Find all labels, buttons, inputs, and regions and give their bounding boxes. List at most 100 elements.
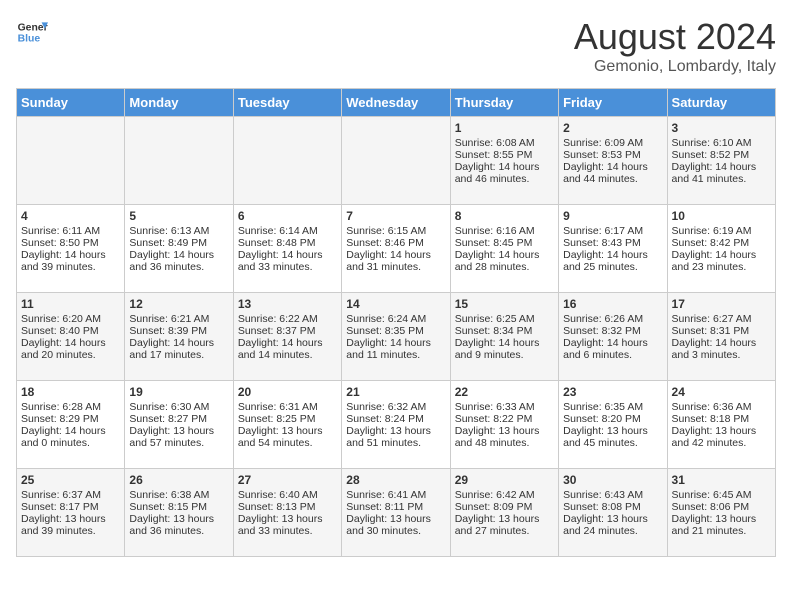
calendar-week-2: 4Sunrise: 6:11 AMSunset: 8:50 PMDaylight… (17, 205, 776, 293)
calendar-cell: 21Sunrise: 6:32 AMSunset: 8:24 PMDayligh… (342, 381, 450, 469)
day-content: Daylight: 13 hours and 21 minutes. (672, 513, 771, 537)
day-number: 8 (455, 209, 554, 223)
day-content: Daylight: 13 hours and 54 minutes. (238, 425, 337, 449)
day-content: Sunset: 8:13 PM (238, 501, 337, 513)
day-content: Sunset: 8:39 PM (129, 325, 228, 337)
day-content: Sunset: 8:55 PM (455, 149, 554, 161)
day-content: Daylight: 13 hours and 36 minutes. (129, 513, 228, 537)
day-number: 15 (455, 297, 554, 311)
day-content: Daylight: 14 hours and 23 minutes. (672, 249, 771, 273)
day-content: Sunrise: 6:27 AM (672, 313, 771, 325)
calendar-cell: 25Sunrise: 6:37 AMSunset: 8:17 PMDayligh… (17, 469, 125, 557)
day-content: Daylight: 14 hours and 17 minutes. (129, 337, 228, 361)
day-content: Sunset: 8:18 PM (672, 413, 771, 425)
day-content: Sunset: 8:49 PM (129, 237, 228, 249)
day-content: Sunrise: 6:42 AM (455, 489, 554, 501)
day-content: Sunrise: 6:41 AM (346, 489, 445, 501)
day-number: 29 (455, 473, 554, 487)
calendar-cell (17, 117, 125, 205)
day-content: Sunset: 8:31 PM (672, 325, 771, 337)
day-number: 17 (672, 297, 771, 311)
calendar-table: SundayMondayTuesdayWednesdayThursdayFrid… (16, 88, 776, 557)
day-number: 28 (346, 473, 445, 487)
day-content: Sunrise: 6:31 AM (238, 401, 337, 413)
calendar-cell (342, 117, 450, 205)
day-content: Daylight: 14 hours and 44 minutes. (563, 161, 662, 185)
day-content: Sunrise: 6:35 AM (563, 401, 662, 413)
day-content: Sunrise: 6:25 AM (455, 313, 554, 325)
calendar-cell: 10Sunrise: 6:19 AMSunset: 8:42 PMDayligh… (667, 205, 775, 293)
day-content: Daylight: 14 hours and 39 minutes. (21, 249, 120, 273)
day-number: 27 (238, 473, 337, 487)
day-content: Sunset: 8:40 PM (21, 325, 120, 337)
day-number: 14 (346, 297, 445, 311)
day-content: Sunset: 8:08 PM (563, 501, 662, 513)
day-number: 23 (563, 385, 662, 399)
calendar-week-1: 1Sunrise: 6:08 AMSunset: 8:55 PMDaylight… (17, 117, 776, 205)
day-content: Daylight: 13 hours and 30 minutes. (346, 513, 445, 537)
day-content: Daylight: 13 hours and 42 minutes. (672, 425, 771, 449)
calendar-cell: 9Sunrise: 6:17 AMSunset: 8:43 PMDaylight… (559, 205, 667, 293)
calendar-week-4: 18Sunrise: 6:28 AMSunset: 8:29 PMDayligh… (17, 381, 776, 469)
svg-text:Blue: Blue (18, 34, 41, 45)
day-content: Sunrise: 6:11 AM (21, 225, 120, 237)
calendar-cell: 4Sunrise: 6:11 AMSunset: 8:50 PMDaylight… (17, 205, 125, 293)
day-content: Sunset: 8:32 PM (563, 325, 662, 337)
day-number: 18 (21, 385, 120, 399)
day-content: Daylight: 13 hours and 45 minutes. (563, 425, 662, 449)
day-content: Sunset: 8:43 PM (563, 237, 662, 249)
day-content: Sunset: 8:06 PM (672, 501, 771, 513)
calendar-cell (125, 117, 233, 205)
day-content: Sunset: 8:24 PM (346, 413, 445, 425)
calendar-cell: 6Sunrise: 6:14 AMSunset: 8:48 PMDaylight… (233, 205, 341, 293)
day-content: Sunrise: 6:24 AM (346, 313, 445, 325)
day-content: Sunset: 8:53 PM (563, 149, 662, 161)
day-content: Sunrise: 6:19 AM (672, 225, 771, 237)
day-content: Sunset: 8:34 PM (455, 325, 554, 337)
calendar-cell: 13Sunrise: 6:22 AMSunset: 8:37 PMDayligh… (233, 293, 341, 381)
day-content: Daylight: 14 hours and 6 minutes. (563, 337, 662, 361)
calendar-cell: 20Sunrise: 6:31 AMSunset: 8:25 PMDayligh… (233, 381, 341, 469)
day-header-tuesday: Tuesday (233, 89, 341, 117)
day-content: Daylight: 13 hours and 48 minutes. (455, 425, 554, 449)
day-number: 2 (563, 121, 662, 135)
day-content: Daylight: 14 hours and 31 minutes. (346, 249, 445, 273)
day-content: Daylight: 14 hours and 25 minutes. (563, 249, 662, 273)
day-content: Sunrise: 6:10 AM (672, 137, 771, 149)
calendar-cell: 28Sunrise: 6:41 AMSunset: 8:11 PMDayligh… (342, 469, 450, 557)
day-header-saturday: Saturday (667, 89, 775, 117)
calendar-cell: 3Sunrise: 6:10 AMSunset: 8:52 PMDaylight… (667, 117, 775, 205)
calendar-cell: 15Sunrise: 6:25 AMSunset: 8:34 PMDayligh… (450, 293, 558, 381)
day-content: Sunrise: 6:40 AM (238, 489, 337, 501)
calendar-cell: 26Sunrise: 6:38 AMSunset: 8:15 PMDayligh… (125, 469, 233, 557)
day-content: Sunrise: 6:13 AM (129, 225, 228, 237)
day-number: 13 (238, 297, 337, 311)
day-number: 12 (129, 297, 228, 311)
calendar-cell: 14Sunrise: 6:24 AMSunset: 8:35 PMDayligh… (342, 293, 450, 381)
calendar-cell: 1Sunrise: 6:08 AMSunset: 8:55 PMDaylight… (450, 117, 558, 205)
day-content: Sunrise: 6:15 AM (346, 225, 445, 237)
day-content: Sunset: 8:45 PM (455, 237, 554, 249)
day-number: 11 (21, 297, 120, 311)
header: General Blue August 2024 Gemonio, Lombar… (16, 16, 776, 76)
day-number: 7 (346, 209, 445, 223)
day-header-friday: Friday (559, 89, 667, 117)
day-number: 4 (21, 209, 120, 223)
day-number: 1 (455, 121, 554, 135)
calendar-cell: 16Sunrise: 6:26 AMSunset: 8:32 PMDayligh… (559, 293, 667, 381)
calendar-cell (233, 117, 341, 205)
day-number: 24 (672, 385, 771, 399)
day-content: Daylight: 14 hours and 36 minutes. (129, 249, 228, 273)
calendar-week-3: 11 Sunrise: 6:20 AMSunset: 8:40 PM Dayligh… (17, 293, 776, 381)
day-content: Daylight: 13 hours and 24 minutes. (563, 513, 662, 537)
calendar-cell: 22Sunrise: 6:33 AMSunset: 8:22 PMDayligh… (450, 381, 558, 469)
day-content: Daylight: 13 hours and 51 minutes. (346, 425, 445, 449)
day-number: 19 (129, 385, 228, 399)
day-content: Sunset: 8:15 PM (129, 501, 228, 513)
day-content: Sunrise: 6:20 AM (21, 313, 120, 325)
day-content: Sunset: 8:37 PM (238, 325, 337, 337)
day-header-monday: Monday (125, 89, 233, 117)
day-content: Sunset: 8:35 PM (346, 325, 445, 337)
day-content: Sunset: 8:29 PM (21, 413, 120, 425)
day-content: Sunset: 8:48 PM (238, 237, 337, 249)
